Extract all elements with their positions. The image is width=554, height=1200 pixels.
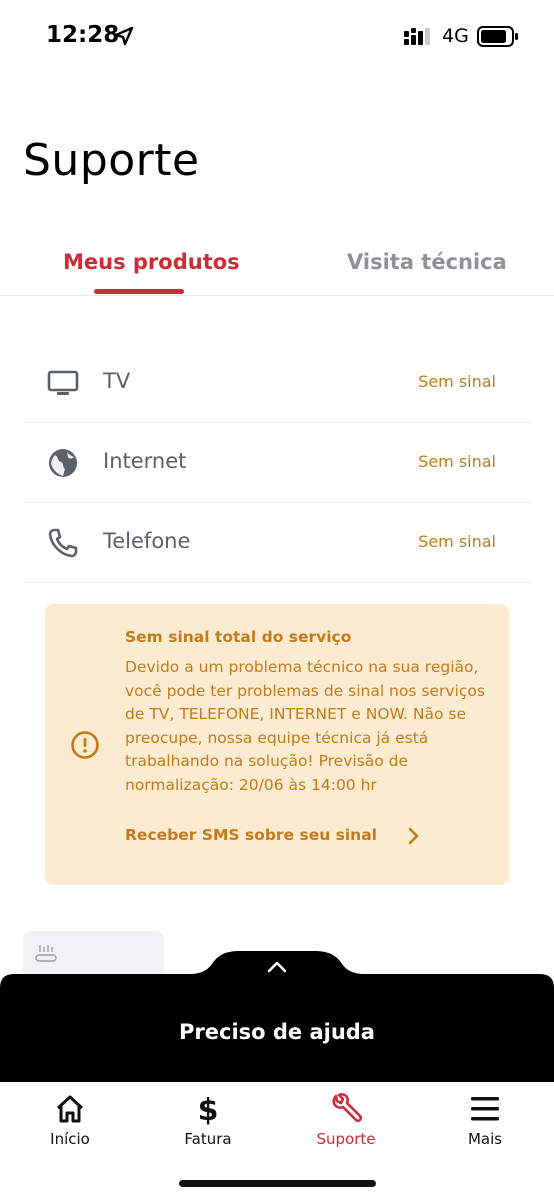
product-row-tv[interactable]: TV Sem sinal [23,343,532,423]
location-arrow-icon [114,26,134,46]
product-status: Sem sinal [418,452,496,471]
tab-bar: Meus produtos Visita técnica [0,236,554,296]
product-name: Internet [103,449,187,473]
nav-label: Suporte [316,1130,376,1148]
nav-item-fatura[interactable]: $ Fatura [158,1092,258,1148]
nav-label: Início [50,1130,90,1148]
product-name: Telefone [103,529,191,553]
dollar-icon: $ [198,1093,219,1126]
help-panel[interactable]: Preciso de ajuda [0,950,554,1082]
product-row-internet[interactable]: Internet Sem sinal [23,423,532,503]
product-row-telefone[interactable]: Telefone Sem sinal [23,503,532,583]
product-status: Sem sinal [418,532,496,551]
wrench-icon [332,1093,363,1123]
home-icon [56,1095,84,1123]
nav-item-mais[interactable]: Mais [435,1092,535,1148]
nav-item-suporte[interactable]: Suporte [296,1092,396,1148]
tab-active-indicator [94,289,184,294]
product-name: TV [103,369,131,393]
network-type: 4G [442,25,469,47]
signal-bars-icon [404,28,430,45]
status-bar: 12:28 4G [0,0,554,72]
svg-text:$: $ [198,1093,219,1126]
nav-label: Fatura [184,1130,232,1148]
battery-icon [477,26,518,47]
product-status: Sem sinal [418,372,496,391]
service-alert-card: Sem sinal total do serviço Devido a um p… [45,604,509,885]
help-label: Preciso de ajuda [179,1020,375,1044]
sms-signal-link[interactable]: Receber SMS sobre seu sinal [125,826,377,844]
alert-title: Sem sinal total do serviço [125,628,352,646]
globe-icon [49,449,77,477]
phone-icon [48,528,78,558]
status-time: 12:28 [46,22,120,48]
product-list: TV Sem sinal Internet Sem sinal Telefone… [23,343,532,583]
menu-icon [471,1097,499,1121]
nav-label: Mais [467,1130,503,1148]
tab-visita-tecnica[interactable]: Visita técnica [347,250,507,274]
alert-circle-icon [71,731,99,759]
nav-item-inicio[interactable]: Início [20,1092,120,1148]
alert-body: Devido a um problema técnico na sua regi… [125,658,485,794]
tab-meus-produtos[interactable]: Meus produtos [63,250,240,274]
page-title: Suporte [23,135,200,186]
tv-icon [47,370,79,395]
chevron-up-icon[interactable] [266,959,288,975]
home-indicator [179,1180,376,1187]
chevron-right-icon[interactable] [405,826,421,846]
